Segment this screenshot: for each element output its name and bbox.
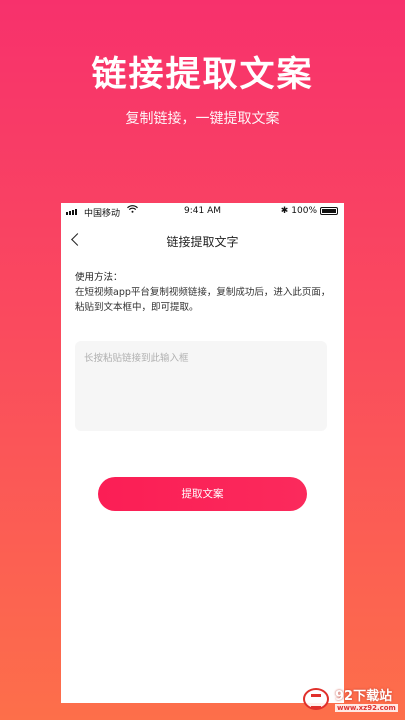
usage-instructions: 在短视频app平台复制视频链接，复制成功后，进入此页面，粘贴到文本框中，即可提取… — [75, 287, 331, 313]
watermark-name: 92下载站 — [335, 689, 393, 704]
hero-subtitle: 复制链接，一键提取文案 — [125, 111, 280, 127]
nav-bar: 链接提取文字 — [61, 227, 344, 255]
link-input[interactable] — [75, 341, 327, 431]
battery-percent: 100% — [291, 206, 317, 216]
watermark-logo-icon — [303, 688, 329, 710]
status-right: ✱ 100% — [281, 206, 338, 216]
bluetooth-icon: ✱ — [280, 206, 289, 216]
watermark: 92下载站 www.xz92.com — [301, 684, 401, 716]
phone-screen: 中国移动 9:41 AM ✱ 100% 链接提取文字 使用方法： 在短视频app… — [61, 203, 344, 703]
extract-button[interactable]: 提取文案 — [98, 477, 307, 511]
battery-icon — [320, 207, 338, 215]
hero-title: 链接提取文案 — [91, 55, 314, 95]
watermark-url: www.xz92.com — [335, 704, 398, 712]
page-title: 链接提取文字 — [166, 235, 239, 249]
usage-label: 使用方法： — [75, 272, 123, 283]
status-bar: 中国移动 9:41 AM ✱ 100% — [61, 203, 344, 221]
